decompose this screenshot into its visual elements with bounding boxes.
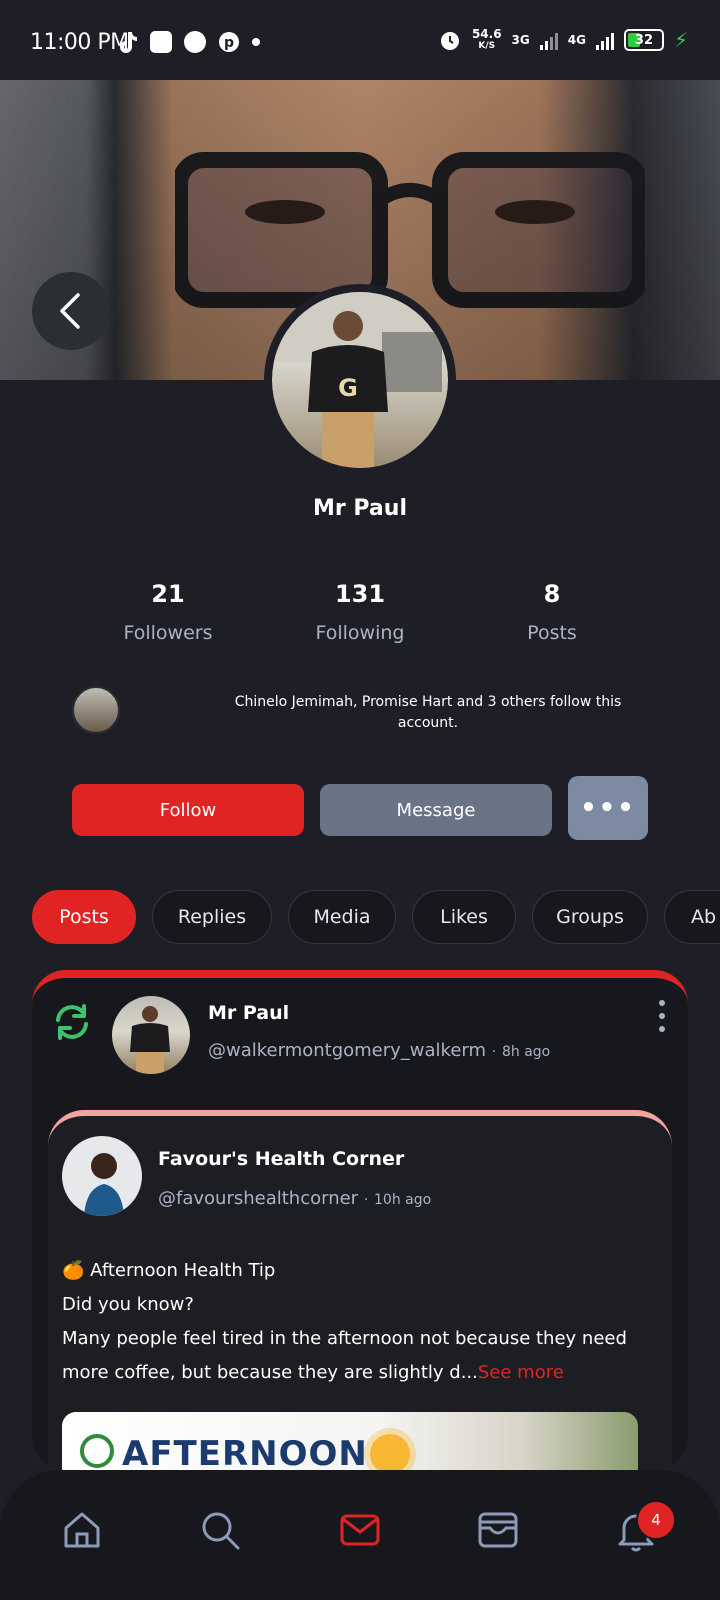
follow-button[interactable]: Follow: [72, 784, 304, 836]
leaf-logo-icon: [80, 1434, 114, 1468]
tab-replies[interactable]: Replies: [152, 890, 272, 944]
circle-notification-icon: [184, 31, 206, 53]
post-menu-icon[interactable]: [656, 1000, 668, 1032]
tab-likes[interactable]: Likes: [412, 890, 516, 944]
posts-count: 8: [543, 580, 561, 608]
alarm-icon: [440, 32, 459, 50]
post-author-name[interactable]: Mr Paul: [208, 1002, 289, 1024]
orange-emoji-icon: 🍊: [62, 1260, 85, 1281]
svg-text:G: G: [338, 374, 358, 402]
followers-count: 21: [151, 580, 185, 608]
mail-icon: [340, 1514, 380, 1546]
status-bar: 11:00 PM p 54.6 K/S 3G 4G 32 ⚡: [0, 0, 720, 80]
shared-author-avatar[interactable]: [62, 1136, 142, 1216]
tab-media[interactable]: Media: [288, 890, 396, 944]
shared-post-time: 10h ago: [374, 1192, 432, 1208]
nav-wallet[interactable]: [474, 1506, 522, 1554]
post-time: 8h ago: [501, 1044, 551, 1060]
svg-text:p: p: [224, 35, 234, 51]
posts-label: Posts: [527, 622, 577, 644]
more-options-button[interactable]: •••: [568, 776, 648, 840]
nav-messages[interactable]: [336, 1506, 384, 1554]
bottom-navigation: [0, 1470, 720, 1600]
network-3g-label: 3G: [511, 33, 530, 47]
repost-icon: [56, 1004, 88, 1040]
shared-author-handle: @favourshealthcorner · 10h ago: [158, 1188, 432, 1209]
shared-post-text: 🍊 Afternoon Health Tip Did you know? Man…: [62, 1260, 627, 1383]
signal-4g-icon: [595, 30, 614, 50]
network-speed: 54.6 K/S: [471, 27, 502, 51]
more-notifications-dot-icon: [252, 38, 260, 46]
mutual-follower-avatar: [72, 686, 120, 734]
stat-following[interactable]: 131 Following: [280, 580, 440, 644]
sun-icon: [370, 1434, 410, 1470]
mutual-followers[interactable]: Chinelo Jemimah, Promise Hart and 3 othe…: [72, 686, 652, 736]
stat-followers[interactable]: 21 Followers: [88, 580, 248, 644]
message-button[interactable]: Message: [320, 784, 552, 836]
tiktok-icon: [120, 32, 137, 53]
nav-home[interactable]: [58, 1506, 106, 1554]
wallet-icon: [478, 1512, 518, 1548]
following-count: 131: [334, 580, 386, 608]
signal-3g-icon: [539, 30, 558, 50]
back-button[interactable]: [32, 272, 110, 350]
app-notification-icon: [150, 31, 172, 53]
tab-about[interactable]: Ab: [664, 890, 720, 944]
status-notification-icons: p: [116, 30, 260, 54]
pinterest-icon: p: [219, 32, 239, 52]
chevron-left-icon: [60, 293, 80, 329]
post-author-avatar[interactable]: [112, 996, 190, 1074]
home-icon: [64, 1512, 100, 1548]
shared-author-name[interactable]: Favour's Health Corner: [158, 1148, 404, 1170]
see-more-link[interactable]: See more: [478, 1362, 564, 1383]
followers-label: Followers: [123, 622, 213, 644]
status-system-icons: 54.6 K/S 3G 4G 32 ⚡: [438, 28, 688, 52]
profile-name: Mr Paul: [313, 496, 407, 521]
mutual-followers-text: Chinelo Jemimah, Promise Hart and 3 othe…: [234, 694, 622, 731]
network-4g-label: 4G: [567, 33, 586, 47]
nav-search[interactable]: [196, 1506, 244, 1554]
search-icon: [202, 1512, 240, 1550]
notification-badge: 4: [636, 1500, 676, 1540]
shared-post-image[interactable]: AFTERNOON: [62, 1412, 638, 1470]
post-card[interactable]: Mr Paul @walkermontgomery_walkerm · 8h a…: [32, 970, 688, 1470]
profile-avatar[interactable]: G: [264, 284, 456, 476]
status-time: 11:00 PM: [30, 30, 129, 55]
shared-post[interactable]: Favour's Health Corner @favourshealthcor…: [48, 1110, 672, 1470]
profile-photo: G: [272, 292, 448, 468]
profile-tabs: Posts Replies Media Likes Groups Ab: [32, 890, 720, 946]
stat-posts[interactable]: 8 Posts: [472, 580, 632, 644]
post-author-handle: @walkermontgomery_walkerm · 8h ago: [208, 1040, 551, 1061]
tab-posts[interactable]: Posts: [32, 890, 136, 944]
image-headline: AFTERNOON: [122, 1434, 368, 1470]
following-label: Following: [315, 622, 405, 644]
battery-icon: 32: [623, 29, 664, 51]
charging-icon: ⚡: [673, 28, 688, 52]
tab-groups[interactable]: Groups: [532, 890, 648, 944]
